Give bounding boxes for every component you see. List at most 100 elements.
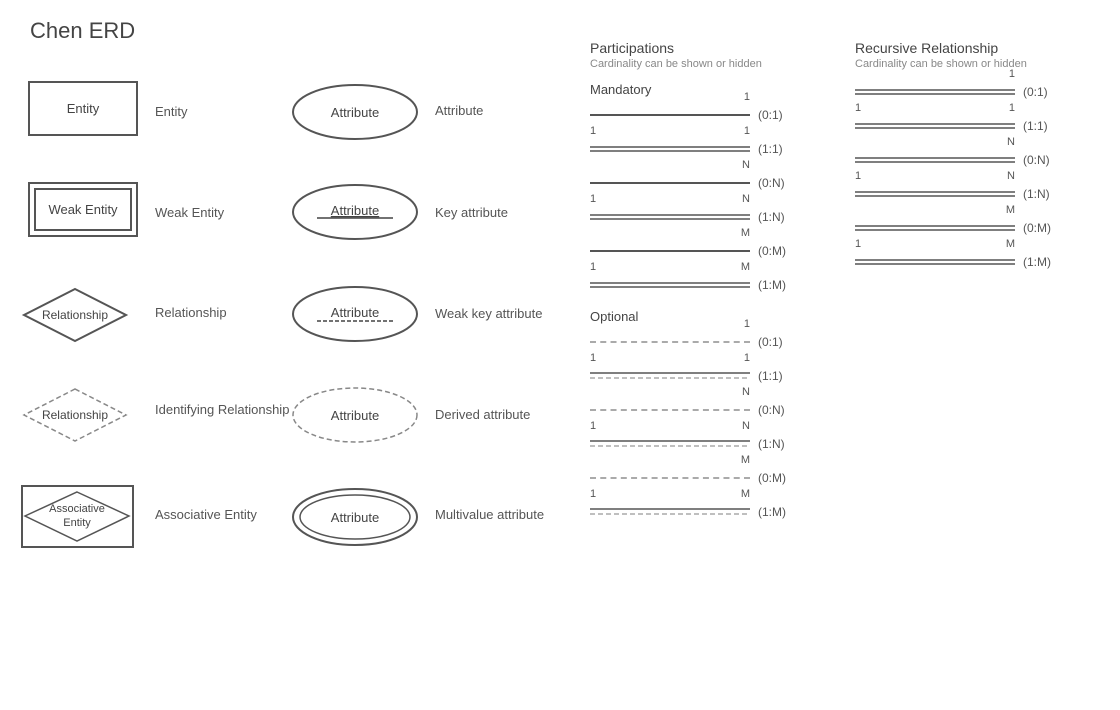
mandatory-1n-doubleline — [590, 212, 750, 222]
optional-1m-left-num: 1 — [590, 488, 596, 500]
mandatory-1n-card: (1:N) — [758, 210, 785, 224]
recursive-0n-row: N (0:N) — [855, 150, 1105, 170]
recursive-0m-row: M (0:M) — [855, 218, 1105, 238]
optional-0m-dashed — [590, 477, 750, 479]
assoc-entity-shape-row: Associative Entity — [20, 484, 135, 549]
weak-entity-label: Weak Entity — [155, 205, 224, 220]
recursive-01-doubleline — [855, 87, 1015, 97]
recursive-1n-row: 1 N (1:N) — [855, 184, 1105, 204]
associative-entity-shape: Associative Entity — [20, 484, 135, 549]
identifying-rel-diamond-svg — [20, 385, 130, 445]
recursive-1m-right-num: M — [1006, 238, 1015, 250]
optional-1m-right-num: M — [741, 488, 750, 500]
svg-text:Attribute: Attribute — [331, 203, 379, 218]
mandatory-1m-doubleline — [590, 280, 750, 290]
recursive-11-right-num: 1 — [1009, 102, 1015, 114]
attribute-multivalue-row: Attribute — [290, 485, 420, 553]
svg-text:Attribute: Attribute — [331, 105, 379, 120]
optional-11-row: 1 1 (1:1) — [590, 366, 855, 386]
recursive-subtitle: Cardinality can be shown or hidden — [855, 58, 1105, 70]
mandatory-11-right-num: 1 — [744, 125, 750, 137]
recursive-1n-left-num: 1 — [855, 170, 861, 182]
entity-shape-row: Entity — [28, 81, 138, 136]
optional-01-card: (0:1) — [758, 335, 783, 349]
optional-0n-card: (0:N) — [758, 403, 785, 417]
mandatory-11-left-num: 1 — [590, 125, 596, 137]
attribute-weakkey-label: Weak key attribute — [435, 306, 542, 321]
mandatory-11-line: 1 1 — [590, 139, 750, 159]
optional-1n-right-num: N — [742, 420, 750, 432]
mandatory-0m-solid — [590, 250, 750, 252]
svg-text:Entity: Entity — [63, 517, 91, 529]
mandatory-11-doubleline — [590, 144, 750, 154]
mandatory-0m-line: M — [590, 241, 750, 261]
optional-1n-card: (1:N) — [758, 437, 785, 451]
attribute-multivalue-label: Multivalue attribute — [435, 507, 544, 522]
recursive-01-card: (0:1) — [1023, 85, 1048, 99]
associative-entity-label: Associative Entity — [155, 507, 257, 522]
recursive-01-line: 1 — [855, 82, 1015, 102]
mandatory-1m-left-num: 1 — [590, 261, 596, 273]
relationship-diamond-svg — [20, 285, 130, 345]
recursive-1m-doubleline — [855, 257, 1015, 267]
mandatory-01-line: 1 — [590, 105, 750, 125]
optional-11-card: (1:1) — [758, 369, 783, 383]
svg-text:Attribute: Attribute — [331, 408, 379, 423]
optional-11-line: 1 1 — [590, 366, 750, 386]
recursive-01-right-num: 1 — [1009, 68, 1015, 80]
mandatory-0m-right-num: M — [741, 227, 750, 239]
mandatory-1m-line: 1 M — [590, 275, 750, 295]
svg-text:Associative: Associative — [49, 503, 105, 515]
mandatory-0n-card: (0:N) — [758, 176, 785, 190]
optional-0m-card: (0:M) — [758, 471, 786, 485]
optional-11-lines — [590, 370, 750, 382]
recursive-1m-row: 1 M (1:M) — [855, 252, 1105, 272]
optional-1m-line: 1 M — [590, 502, 750, 522]
attribute-multivalue-svg: Attribute — [290, 485, 420, 550]
participations-subtitle: Cardinality can be shown or hidden — [590, 58, 855, 70]
mandatory-1n-row: 1 N (1:N) — [590, 207, 855, 227]
svg-text:Attribute: Attribute — [331, 510, 379, 525]
mandatory-0n-solid — [590, 182, 750, 184]
optional-0m-row: M (0:M) — [590, 468, 855, 488]
recursive-0m-line: M — [855, 218, 1015, 238]
optional-1m-lines — [590, 506, 750, 518]
entity-shape: Entity — [28, 81, 138, 136]
entity-shape-label: Entity — [67, 101, 100, 116]
recursive-0m-card: (0:M) — [1023, 221, 1051, 235]
optional-01-line: 1 — [590, 332, 750, 352]
attribute-normal-label: Attribute — [435, 103, 483, 118]
mandatory-0n-right-num: N — [742, 159, 750, 171]
recursive-0m-right-num: M — [1006, 204, 1015, 216]
recursive-1n-right-num: N — [1007, 170, 1015, 182]
participations-title: Participations — [590, 40, 855, 56]
identifying-rel-shape-row: Relationship — [20, 385, 130, 445]
recursive-11-left-num: 1 — [855, 102, 861, 114]
optional-01-dashed — [590, 341, 750, 343]
recursive-1m-line: 1 M — [855, 252, 1015, 272]
recursive-1n-line: 1 N — [855, 184, 1015, 204]
optional-0n-right-num: N — [742, 386, 750, 398]
identifying-relationship-shape: Relationship — [20, 385, 130, 445]
recursive-0m-doubleline — [855, 223, 1015, 233]
attribute-derived-svg: Attribute — [290, 385, 420, 445]
attribute-weakkey-svg: Attribute — [290, 284, 420, 344]
mandatory-1m-card: (1:M) — [758, 278, 786, 292]
weak-entity-inner: Weak Entity — [34, 188, 132, 231]
page-title: Chen ERD — [30, 18, 135, 44]
assoc-entity-svg: Associative Entity — [20, 484, 135, 549]
mandatory-1n-line: 1 N — [590, 207, 750, 227]
mandatory-0n-line: N — [590, 173, 750, 193]
recursive-title: Recursive Relationship — [855, 40, 1105, 56]
relationship-label: Relationship — [155, 305, 227, 320]
recursive-1n-doubleline — [855, 189, 1015, 199]
weak-entity-shape-row: Weak Entity — [28, 182, 138, 237]
recursive-0n-doubleline — [855, 155, 1015, 165]
participations-panel: Participations Cardinality can be shown … — [590, 40, 855, 536]
weak-entity-shape: Weak Entity — [28, 182, 138, 237]
optional-0m-line: M — [590, 468, 750, 488]
mandatory-11-card: (1:1) — [758, 142, 783, 156]
mandatory-01-card: (0:1) — [758, 108, 783, 122]
recursive-1n-card: (1:N) — [1023, 187, 1050, 201]
identifying-relationship-label: Identifying Relationship — [155, 402, 289, 417]
